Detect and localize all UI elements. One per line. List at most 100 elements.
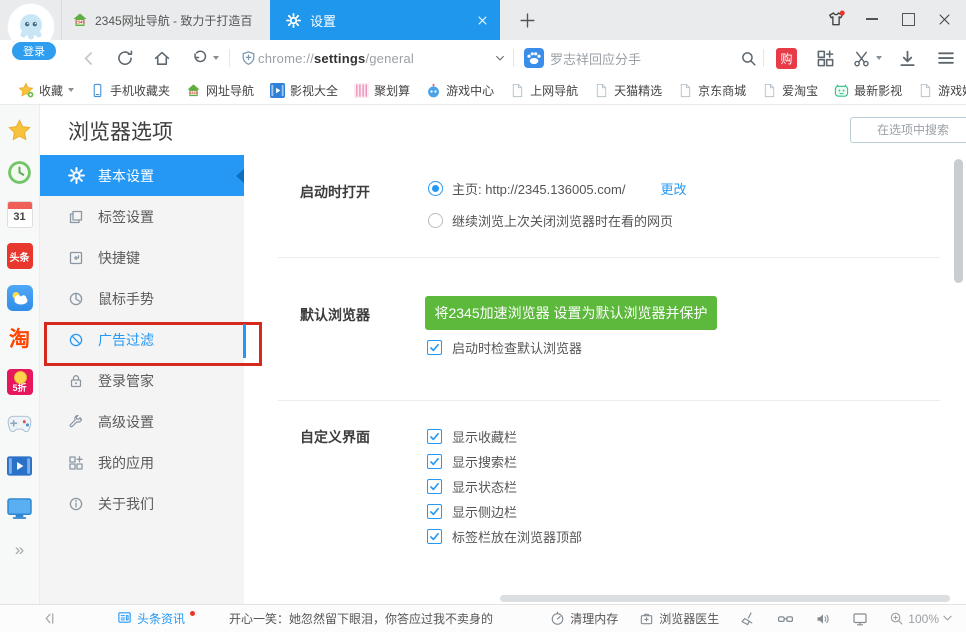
screenshot-dropdown-caret[interactable] — [876, 40, 882, 76]
checkbox-show-status-bar[interactable]: 显示状态栏 — [427, 477, 517, 496]
apps-grid-button[interactable] — [816, 40, 835, 76]
close-button[interactable] — [926, 4, 962, 34]
medkit-icon — [639, 611, 654, 626]
bookmark-juhuasuan[interactable]: 聚划算 — [346, 82, 418, 99]
section-divider — [278, 257, 940, 258]
undo-dropdown-caret[interactable] — [213, 40, 219, 76]
checkbox-label: 显示状态栏 — [452, 477, 517, 496]
bookmark-video-daquan[interactable]: 影视大全 — [262, 82, 346, 99]
favorites-star-icon[interactable] — [7, 117, 33, 143]
search-input-text[interactable]: 罗志祥回应分手 — [550, 40, 641, 76]
monitor-icon[interactable] — [7, 495, 33, 521]
checkbox-checked-icon[interactable] — [427, 529, 442, 544]
back-button[interactable] — [80, 40, 97, 76]
nav-tab-settings[interactable]: 标签设置 — [40, 196, 244, 237]
nav-my-apps[interactable]: 我的应用 — [40, 442, 244, 483]
nav-label: 登录管家 — [98, 371, 154, 391]
checkbox-checked-icon[interactable] — [427, 429, 442, 444]
clean-memory-button[interactable]: 清理内存 — [550, 610, 618, 627]
weather-icon[interactable] — [7, 285, 33, 311]
history-clock-icon[interactable] — [7, 159, 33, 185]
checkbox-checked-icon[interactable] — [427, 340, 442, 355]
change-link[interactable]: 更改 — [660, 179, 686, 198]
incognito-glasses-icon[interactable] — [777, 610, 794, 627]
bookmark-tmall[interactable]: 天猫精选 — [586, 82, 670, 99]
bookmark-aitaobao[interactable]: 爱淘宝 — [754, 82, 826, 99]
news-headline[interactable]: 开心一笑：她忽然留下眼泪，你答应过我不卖身的 — [229, 610, 493, 627]
strip-expand-chevrons[interactable]: » — [7, 537, 33, 563]
undo-button[interactable] — [191, 40, 208, 76]
zoom-level: 100% — [908, 612, 939, 626]
video-film-icon[interactable] — [7, 453, 33, 479]
checkbox-checked-icon[interactable] — [427, 504, 442, 519]
speaker-icon[interactable] — [815, 611, 831, 627]
browser-doctor-button[interactable]: 浏览器医生 — [639, 610, 719, 627]
vertical-scrollbar-thumb[interactable] — [954, 159, 963, 283]
home-button[interactable] — [153, 40, 171, 76]
bookmark-web-nav[interactable]: 上网导航 — [502, 82, 586, 99]
url-scheme: chrome:// — [258, 51, 314, 66]
toutiao-feed-button[interactable]: 头条资讯 — [117, 610, 195, 627]
minimize-button[interactable] — [854, 4, 890, 34]
horizontal-scrollbar-thumb[interactable] — [500, 595, 950, 602]
radio-unselected-icon[interactable] — [428, 213, 443, 228]
radio-continue-option[interactable]: 继续浏览上次关闭浏览器时在看的网页 — [428, 211, 673, 230]
clean-trace-broom-icon[interactable] — [740, 611, 756, 627]
login-button[interactable]: 登录 — [10, 40, 58, 62]
bookmark-favorites[interactable]: 收藏 — [10, 82, 82, 99]
refresh-button[interactable] — [116, 40, 134, 76]
radio-selected-icon[interactable] — [428, 181, 443, 196]
bookmark-jd[interactable]: 京东商城 — [670, 82, 754, 99]
shopping-badge[interactable]: 购 — [776, 48, 797, 69]
download-button[interactable] — [898, 40, 917, 76]
checkbox-show-side-bar[interactable]: 显示侧边栏 — [427, 502, 517, 521]
url-dropdown-chevron[interactable] — [494, 40, 506, 76]
menu-button[interactable] — [936, 40, 956, 76]
nav-login-manager[interactable]: 登录管家 — [40, 360, 244, 401]
checkbox-show-favorites-bar[interactable]: 显示收藏栏 — [427, 427, 517, 446]
nav-about-us[interactable]: 关于我们 — [40, 483, 244, 524]
bookmark-site-nav[interactable]: 2345 网址导航 — [178, 82, 262, 99]
nav-shortcut-keys[interactable]: 快捷键 — [40, 237, 244, 278]
new-tab-button[interactable] — [514, 7, 540, 33]
search-engine-baidu-icon[interactable] — [524, 40, 544, 76]
calendar-icon[interactable]: 31 — [7, 201, 33, 227]
checkbox-checked-icon[interactable] — [427, 454, 442, 469]
site-safety-shield-icon[interactable] — [240, 40, 257, 76]
screenshot-scissors-button[interactable] — [852, 40, 871, 76]
bookmark-game-entertainment[interactable]: 游戏娱乐 — [910, 82, 966, 99]
checkbox-show-search-bar[interactable]: 显示搜索栏 — [427, 452, 517, 471]
search-button[interactable] — [740, 40, 757, 76]
bookmark-latest-video[interactable]: 最新影视 — [826, 82, 910, 99]
bookmark-mobile-favorites[interactable]: 手机收藏夹 — [82, 82, 178, 99]
gamepad-icon[interactable] — [7, 411, 33, 437]
juhuasuan-icon — [354, 83, 369, 98]
tab-home[interactable]: 2345 2345网址导航 - 致力于打造百 — [61, 0, 270, 40]
nav-basic-settings[interactable]: 基本设置 — [40, 155, 244, 196]
tab-settings[interactable]: 设置 — [270, 0, 500, 40]
checkbox-checked-icon[interactable] — [427, 479, 442, 494]
browser-window: 2345 2345网址导航 - 致力于打造百 设置 — [0, 0, 966, 632]
maximize-button[interactable] — [890, 4, 926, 34]
zoom-control[interactable]: 100% — [889, 611, 952, 626]
collapse-panel-icon[interactable] — [42, 611, 57, 626]
skin-shirt-icon[interactable] — [818, 4, 854, 34]
url-display[interactable]: chrome://settings/general — [258, 40, 414, 76]
wrench-icon — [67, 413, 85, 431]
discount-icon[interactable]: 5折 — [7, 369, 33, 395]
notification-dot — [190, 611, 195, 616]
taobao-icon[interactable]: 淘 — [7, 327, 33, 353]
tab-close-icon[interactable] — [477, 15, 488, 26]
check-default-on-startup[interactable]: 启动时检查默认浏览器 — [427, 338, 582, 357]
bookmarks-bar: 收藏 手机收藏夹 2345 网址导航 影视大全 聚划算 — [0, 76, 966, 105]
fullscreen-monitor-icon[interactable] — [852, 611, 868, 627]
toutiao-news-icon[interactable]: 头条 — [7, 243, 33, 269]
settings-search-input[interactable] — [850, 117, 966, 143]
bookmark-game-center[interactable]: 游戏中心 — [418, 82, 502, 99]
nav-advanced-settings[interactable]: 高级设置 — [40, 401, 244, 442]
gear-icon — [284, 11, 302, 29]
set-default-browser-button[interactable]: 将2345加速浏览器 设置为默认浏览器并保护 — [425, 296, 717, 330]
checkbox-tabs-on-top[interactable]: 标签栏放在浏览器顶部 — [427, 527, 582, 546]
radio-homepage-option[interactable]: 主页: http://2345.136005.com/ 更改 — [428, 179, 686, 198]
nav-mouse-gestures[interactable]: 鼠标手势 — [40, 278, 244, 319]
